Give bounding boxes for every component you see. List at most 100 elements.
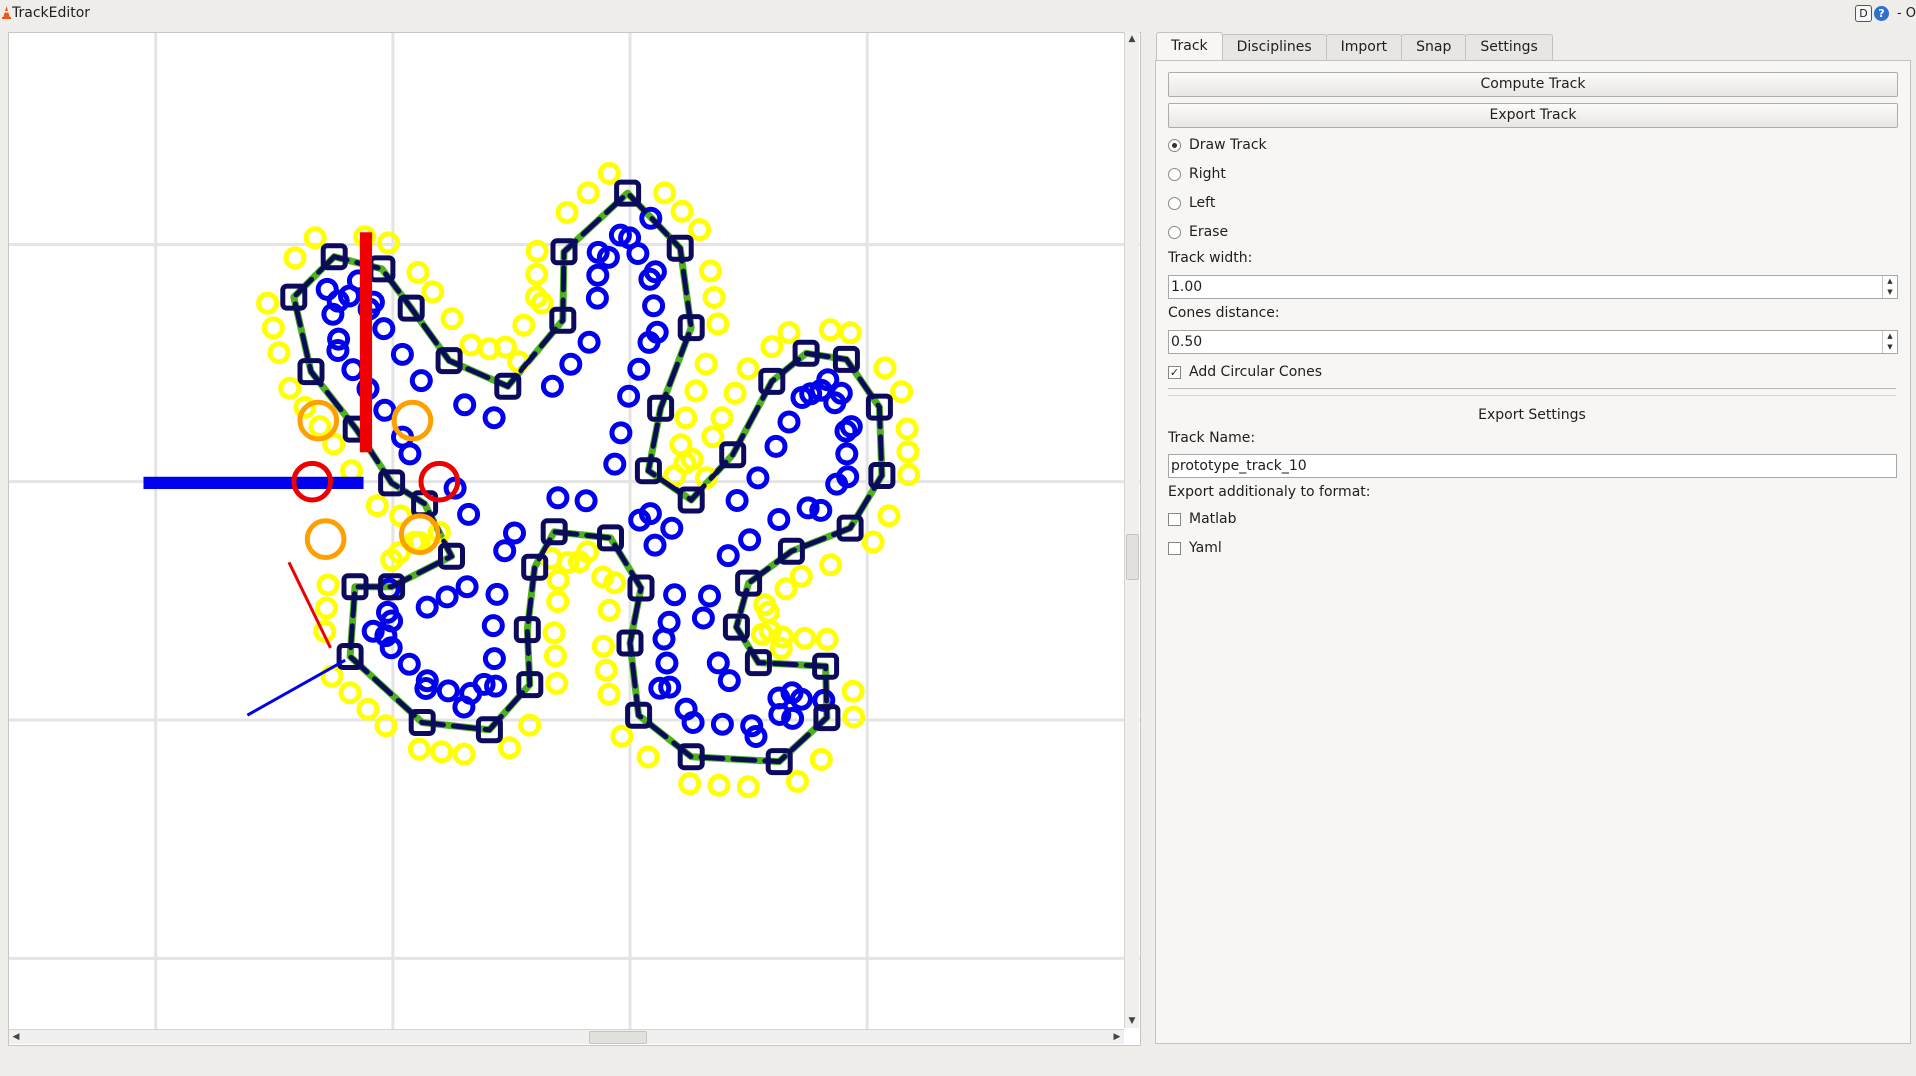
scroll-right-icon[interactable]: ▶ [1110, 1030, 1124, 1044]
blue-cone [415, 595, 439, 619]
yellow-cone [316, 573, 340, 597]
yellow-cone [546, 590, 570, 613]
yellow-cone [597, 598, 621, 622]
orange-big-cone [304, 518, 347, 560]
tab-import[interactable]: Import [1325, 34, 1403, 60]
tab-content-track [1155, 60, 1911, 1044]
yellow-cone [785, 769, 809, 793]
yellow-cone [261, 316, 285, 340]
blue-cone [390, 342, 414, 366]
radio-icon[interactable] [1168, 225, 1181, 239]
blue-cone [777, 410, 801, 434]
blue-cone [627, 357, 651, 381]
d-button[interactable]: D [1854, 4, 1872, 22]
blue-cone [655, 651, 679, 675]
yellow-cone [365, 494, 389, 518]
window-controls: D ? - O [1854, 4, 1916, 22]
yellow-cone [688, 218, 712, 242]
yellow-cone [736, 775, 760, 799]
yellow-cone [838, 321, 862, 345]
spin-arrows-icon[interactable]: ▲ ▼ [1882, 276, 1897, 298]
checkbox-icon[interactable] [1168, 541, 1181, 555]
minimize-button[interactable]: - O [1897, 6, 1916, 21]
yellow-cone [356, 697, 380, 721]
mode-draw-track[interactable]: Draw Track [1168, 137, 1267, 153]
yellow-cone [407, 737, 431, 761]
checkmark-icon[interactable]: ✓ [1168, 365, 1181, 379]
track-canvas-view[interactable] [8, 32, 1141, 1046]
scroll-up-icon[interactable]: ▲ [1125, 32, 1139, 46]
track-width-spinbox[interactable]: 1.00 ▲ ▼ [1168, 275, 1898, 299]
yellow-cone [706, 312, 730, 336]
blue-cone [315, 277, 339, 301]
yellow-cone [873, 356, 897, 380]
horizontal-scrollbar[interactable]: ◀ ▶ [9, 1029, 1124, 1044]
yellow-cone [701, 425, 725, 449]
checkbox-label: Add Circular Cones [1189, 364, 1323, 380]
vertical-scrollbar[interactable]: ▲ ▼ [1124, 32, 1139, 1028]
yellow-cone [736, 357, 760, 381]
yellow-cone [283, 246, 307, 270]
yellow-cone [498, 736, 521, 760]
compute-track-button[interactable]: Compute Track [1168, 72, 1898, 97]
yellow-cone [818, 318, 842, 342]
tab-snap[interactable]: Snap [1401, 34, 1467, 60]
mode-right[interactable]: Right [1168, 166, 1226, 182]
mode-erase[interactable]: Erase [1168, 224, 1228, 240]
blue-cone [493, 539, 517, 563]
yellow-cone [267, 341, 291, 365]
blue-cone [643, 533, 667, 557]
mode-label: Left [1189, 195, 1216, 211]
scroll-left-icon[interactable]: ◀ [9, 1030, 23, 1044]
yellow-cone [256, 291, 280, 315]
yellow-cone [542, 621, 566, 645]
yellow-cone [653, 181, 677, 205]
yellow-cone [315, 596, 338, 620]
blue-cone [546, 486, 570, 510]
track-canvas[interactable] [9, 33, 1140, 1029]
circular-cones-checkbox[interactable]: ✓ Add Circular Cones [1168, 364, 1322, 380]
yellow-cone [597, 682, 621, 706]
tab-track[interactable]: Track [1156, 32, 1223, 60]
yellow-cone [591, 634, 615, 658]
checkbox-icon[interactable] [1168, 512, 1181, 526]
export-track-button[interactable]: Export Track [1168, 103, 1898, 128]
cones-distance-spinbox[interactable]: 0.50 ▲ ▼ [1168, 330, 1898, 354]
yellow-cone [723, 381, 747, 405]
yellow-cone [430, 740, 454, 764]
radio-icon[interactable] [1168, 196, 1181, 210]
blue-cone [577, 330, 601, 354]
scroll-down-icon[interactable]: ▼ [1125, 1014, 1139, 1028]
mode-label: Right [1189, 166, 1226, 182]
blue-cone [609, 421, 633, 445]
radio-icon[interactable] [1168, 138, 1181, 152]
yellow-cone [338, 681, 362, 705]
track-width-value: 1.00 [1171, 279, 1203, 295]
help-icon[interactable]: ? [1873, 5, 1889, 21]
horizontal-scroll-thumb[interactable] [589, 1031, 647, 1044]
tab-disciplines[interactable]: Disciplines [1221, 34, 1327, 60]
blue-cone [652, 627, 676, 651]
yellow-cone [895, 417, 919, 441]
blue-cone [397, 652, 421, 676]
checkbox-label: Matlab [1189, 511, 1237, 527]
yellow-cone [543, 644, 567, 668]
yellow-cone [841, 679, 865, 703]
cones-distance-value: 0.50 [1171, 334, 1203, 350]
tab-settings[interactable]: Settings [1465, 34, 1553, 60]
blue-cone [485, 582, 509, 606]
yellow-cone [710, 406, 734, 430]
vertical-scroll-thumb[interactable] [1126, 534, 1139, 580]
track-name-input[interactable]: prototype_track_10 [1168, 454, 1897, 478]
blue-cone [435, 585, 459, 609]
mode-left[interactable]: Left [1168, 195, 1215, 211]
yellow-cone [809, 747, 833, 771]
yellow-cone [670, 199, 694, 223]
track-name-label: Track Name: [1168, 430, 1256, 446]
mode-label: Erase [1189, 224, 1229, 240]
yaml-checkbox[interactable]: Yaml [1168, 540, 1222, 556]
matlab-checkbox[interactable]: Matlab [1168, 511, 1237, 527]
spin-arrows-icon[interactable]: ▲ ▼ [1882, 331, 1897, 353]
yellow-cone [406, 260, 430, 284]
radio-icon[interactable] [1168, 167, 1181, 181]
